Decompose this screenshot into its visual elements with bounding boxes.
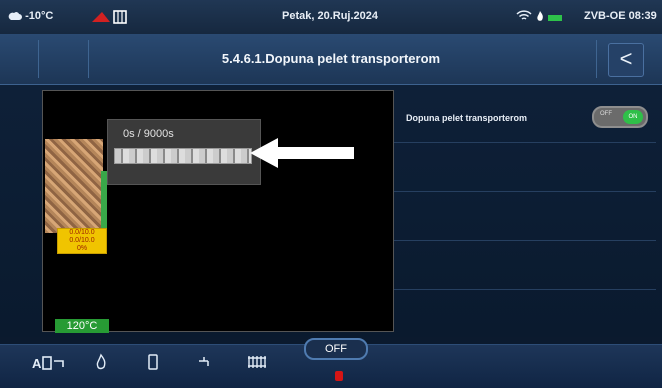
arrow-left-icon: [250, 138, 354, 168]
pellet-hopper: [45, 139, 103, 233]
title-divider: [596, 40, 597, 78]
info-line: 0%: [76, 245, 88, 252]
nav-placeholder: [410, 353, 448, 381]
empty-row: [394, 192, 656, 241]
status-bar: -10°C Petak, 20.Ruj.2024 ZVB-OE 08:39: [0, 0, 662, 35]
tank-icon[interactable]: [134, 353, 172, 381]
back-button[interactable]: <: [608, 43, 644, 77]
battery-icon: [548, 15, 563, 21]
title-bar: 5.4.6.1.Dopuna pelet transporterom <: [0, 34, 662, 85]
boiler-temperature: 120°C: [55, 319, 109, 333]
nav-placeholder: [560, 353, 630, 381]
cloud-icon: [8, 11, 22, 20]
wifi-icon: [516, 10, 532, 20]
connection-icons: [516, 10, 564, 25]
tap-icon[interactable]: [186, 353, 224, 381]
empty-row: [394, 143, 656, 192]
info-line: 0.0/10.0: [69, 229, 95, 236]
flame-icon[interactable]: [82, 353, 120, 381]
toggle-off-label: OFF: [600, 111, 612, 117]
boiler-icon[interactable]: A: [30, 353, 68, 381]
info-line: 0.0/10.0: [69, 237, 95, 244]
toggle-on-label: ON: [623, 110, 643, 124]
device-clock: ZVB-OE 08:39: [584, 10, 657, 22]
alarm-indicator: [335, 371, 343, 381]
radiator-icon[interactable]: [238, 353, 276, 381]
boiler-diagram: 0.0/10.0 0.0/10.0 0% 0s / 9000s 120°C: [42, 90, 394, 333]
setting-label: Dopuna pelet transporterom: [406, 113, 528, 123]
feeder-toggle[interactable]: OFF ON: [592, 106, 648, 128]
date: Petak, 20.Ruj.2024: [282, 10, 379, 22]
outdoor-temp: -10°C: [8, 10, 53, 22]
pellet-feeder: 0s / 9000s: [107, 119, 261, 185]
flame-small-icon: [537, 11, 543, 21]
auger-screw: [114, 148, 252, 164]
heat-pump-status-icon: [92, 10, 128, 27]
info-panel: 0.0/10.0 0.0/10.0 0%: [57, 228, 107, 254]
feeder-timer: 0s / 9000s: [123, 128, 174, 140]
mode-button[interactable]: OFF: [304, 338, 368, 360]
page-title: 5.4.6.1.Dopuna pelet transporterom: [221, 51, 441, 66]
empty-row: [394, 241, 656, 290]
svg-text:A: A: [32, 356, 42, 371]
setting-row[interactable]: Dopuna pelet transporterom OFF ON: [394, 94, 656, 143]
